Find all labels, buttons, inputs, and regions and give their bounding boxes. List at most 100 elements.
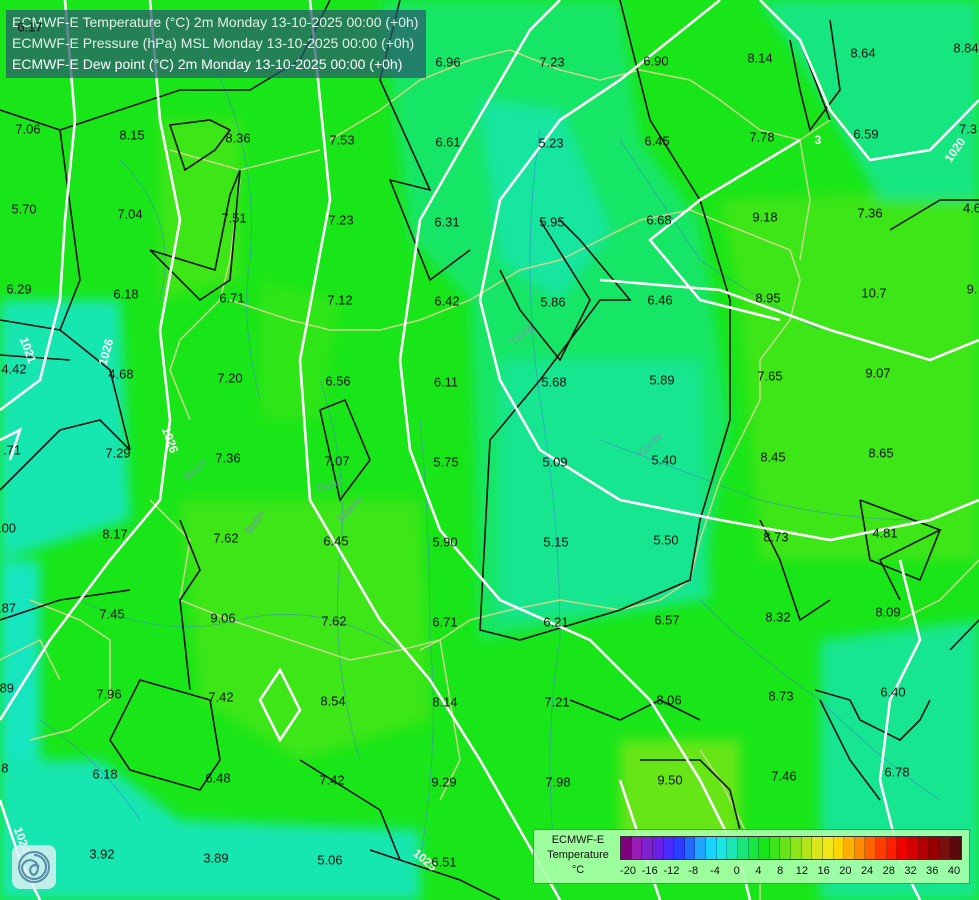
dewpoint-value: 8.45 bbox=[760, 449, 786, 465]
legend-tick-label: -20 bbox=[620, 865, 636, 877]
dewpoint-value: 8.15 bbox=[119, 127, 145, 143]
legend-swatch bbox=[674, 837, 685, 859]
dewpoint-value: 3.89 bbox=[203, 850, 229, 866]
dewpoint-value: 8.14 bbox=[432, 694, 458, 710]
dewpoint-value: 4.68 bbox=[108, 366, 134, 382]
dewpoint-value: 5.75 bbox=[433, 454, 459, 470]
dewpoint-value: 7.45 bbox=[99, 606, 125, 622]
dewpoint-value: .00 bbox=[0, 520, 17, 536]
dewpoint-value: 8.36 bbox=[225, 130, 251, 146]
legend-swatch bbox=[822, 837, 834, 859]
dewpoint-value: 5.15 bbox=[543, 534, 569, 550]
dewpoint-value: 5.68 bbox=[541, 374, 567, 390]
legend-swatch bbox=[663, 837, 675, 859]
dewpoint-value: 6.45 bbox=[644, 133, 670, 149]
legend-swatch bbox=[748, 837, 760, 859]
dewpoint-value: 6.57 bbox=[654, 612, 680, 628]
map-title-box: ECMWF-E Temperature (°C) 2m Monday 13-10… bbox=[6, 10, 427, 78]
legend-swatch bbox=[854, 837, 866, 859]
legend-swatch bbox=[780, 837, 791, 859]
legend-swatch bbox=[684, 837, 696, 859]
legend-swatch bbox=[865, 837, 876, 859]
legend-swatch bbox=[727, 837, 738, 859]
legend-tick-label: 24 bbox=[860, 865, 874, 877]
dewpoint-value: 7.42 bbox=[208, 689, 234, 705]
dewpoint-value: 7.3 bbox=[958, 121, 978, 137]
dewpoint-value: 7.53 bbox=[329, 132, 355, 148]
legend-swatch bbox=[801, 837, 813, 859]
legend-tick-label: 8 bbox=[777, 865, 784, 877]
dewpoint-value: 9.07 bbox=[865, 365, 891, 381]
dewpoint-value: 8.32 bbox=[765, 609, 791, 625]
dewpoint-value: .87 bbox=[0, 600, 17, 616]
dewpoint-value: .8 bbox=[0, 760, 9, 776]
legend-swatch bbox=[907, 837, 919, 859]
isobar-label: 3 bbox=[814, 133, 822, 147]
dewpoint-value: 5.90 bbox=[432, 534, 458, 550]
dewpoint-value: 7.23 bbox=[539, 54, 565, 70]
weather-map[interactable] bbox=[0, 0, 979, 900]
dewpoint-value: 7.07 bbox=[324, 453, 350, 469]
legend-swatch bbox=[897, 837, 908, 859]
dewpoint-value: 4.6 bbox=[962, 200, 979, 216]
legend-swatch bbox=[769, 837, 781, 859]
dewpoint-value: 7.12 bbox=[327, 292, 353, 308]
legend-swatch bbox=[706, 837, 717, 859]
dewpoint-value: 9. bbox=[966, 281, 978, 297]
dewpoint-value: 9.18 bbox=[752, 209, 778, 225]
title-pressure: ECMWF-E Pressure (hPa) MSL Monday 13-10-… bbox=[12, 35, 415, 51]
dewpoint-value: 6.90 bbox=[643, 53, 669, 69]
dewpoint-value: 6.31 bbox=[434, 214, 460, 230]
dewpoint-value: 7.46 bbox=[771, 768, 797, 784]
dewpoint-value: 6.40 bbox=[880, 684, 906, 700]
dewpoint-value: 6.21 bbox=[543, 614, 569, 630]
legend-tick-label: -12 bbox=[663, 865, 680, 877]
dewpoint-value: 5.40 bbox=[651, 452, 677, 468]
dewpoint-value: 10.7 bbox=[861, 285, 887, 301]
legend-swatch bbox=[939, 837, 951, 859]
dewpoint-value: 5.70 bbox=[11, 201, 37, 217]
dewpoint-value: 5.95 bbox=[539, 214, 565, 230]
dewpoint-value: 7.51 bbox=[221, 210, 247, 226]
dewpoint-value: 7.42 bbox=[319, 772, 345, 788]
dewpoint-value: 5.86 bbox=[540, 294, 566, 310]
dewpoint-value: 9.06 bbox=[210, 610, 236, 626]
legend-tick-label: 28 bbox=[882, 865, 895, 877]
dewpoint-value: 6.18 bbox=[113, 286, 139, 302]
dewpoint-value: 4.42 bbox=[1, 361, 27, 377]
legend-swatch bbox=[631, 837, 643, 859]
legend-swatch bbox=[886, 837, 898, 859]
dewpoint-value: 7.78 bbox=[749, 129, 775, 145]
legend-tick-label: 40 bbox=[947, 865, 961, 877]
legend-tick-label: 36 bbox=[926, 865, 939, 877]
dewpoint-value: 7.21 bbox=[544, 694, 570, 710]
legend-tick-label: -16 bbox=[641, 865, 658, 877]
dewpoint-value: 7.62 bbox=[321, 613, 347, 629]
dewpoint-value: 6.42 bbox=[434, 293, 460, 309]
legend-swatch bbox=[950, 837, 961, 859]
legend-tick-label: 16 bbox=[817, 865, 830, 877]
dewpoint-value: 9.29 bbox=[431, 774, 457, 790]
dewpoint-value: 8.17 bbox=[102, 526, 128, 542]
legend-swatch bbox=[876, 837, 887, 859]
dewpoint-value: 4.81 bbox=[872, 525, 898, 541]
dewpoint-value: 3.92 bbox=[89, 846, 115, 862]
dewpoint-value: 6.29 bbox=[6, 281, 32, 297]
dewpoint-value: 6.18 bbox=[92, 766, 118, 782]
legend-colorbar bbox=[620, 836, 962, 860]
temperature-legend: ECMWF-E Temperature °C -20 -16 -12 -8 -4 0 4 8 1… bbox=[533, 829, 970, 884]
dewpoint-value: 8.64 bbox=[850, 45, 876, 61]
dewpoint-value: 6.11 bbox=[433, 374, 459, 390]
dewpoint-value: 7.20 bbox=[217, 370, 243, 386]
dewpoint-value: 6.46 bbox=[647, 292, 673, 308]
legend-ticks: -20 -16 -12 -8 -4 0 4 8 12 16 20 24 28 32 36 40 bbox=[620, 865, 962, 879]
dewpoint-value: 6.96 bbox=[435, 54, 461, 70]
legend-tick-label: 4 bbox=[755, 865, 762, 877]
legend-tick-label: 20 bbox=[839, 865, 852, 877]
dewpoint-value: .71 bbox=[2, 442, 22, 458]
dewpoint-value: 6.17 bbox=[17, 19, 43, 35]
dewpoint-value: 6.59 bbox=[853, 126, 879, 142]
dewpoint-value: 7.04 bbox=[117, 206, 143, 222]
dewpoint-value: 7.96 bbox=[96, 686, 122, 702]
legend-swatch bbox=[844, 837, 855, 859]
